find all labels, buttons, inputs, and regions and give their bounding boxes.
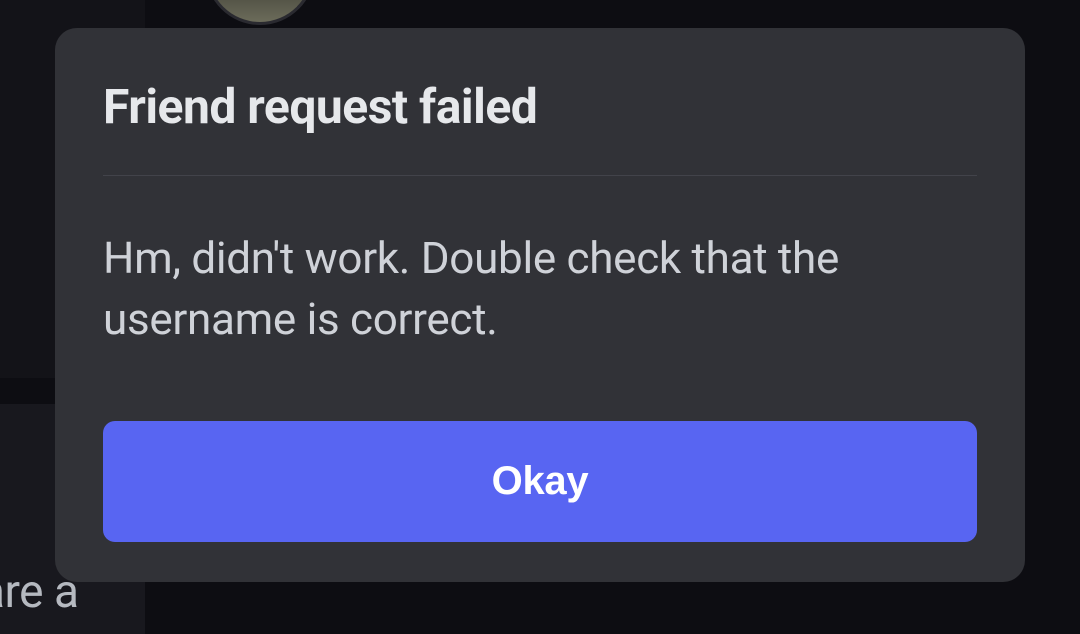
modal-overlay: Friend request failed Hm, didn't work. D… [0, 0, 1080, 634]
modal-title: Friend request failed [103, 78, 977, 135]
divider [103, 175, 977, 176]
error-modal: Friend request failed Hm, didn't work. D… [55, 28, 1025, 582]
okay-button[interactable]: Okay [103, 421, 977, 542]
modal-message: Hm, didn't work. Double check that the u… [103, 228, 977, 349]
